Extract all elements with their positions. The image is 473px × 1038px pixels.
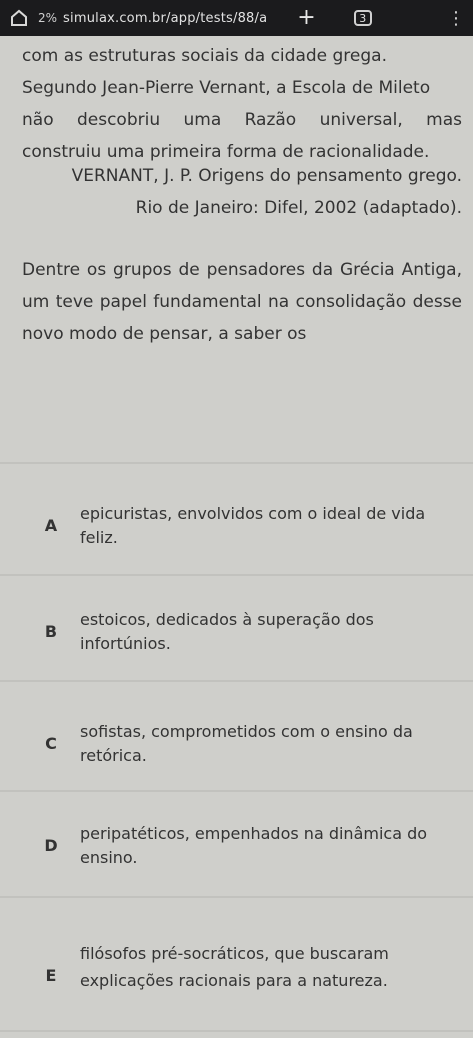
divider [0,462,473,464]
divider [0,680,473,682]
menu-icon[interactable]: ⋮ [447,8,465,29]
option-letter: C [45,734,57,753]
option-text: estoicos, dedicados à superação dos info… [80,610,374,653]
option-e[interactable]: E filósofos pré-socráticos, que buscaram… [22,940,473,994]
option-text: peripatéticos, empenhados na dinâmica do… [80,824,428,867]
address-bar[interactable]: simulax.com.br/app/tests/88/a [63,11,267,26]
citation: VERNANT, J. P. Origens do pensamento gre… [40,160,462,224]
citation-line: VERNANT, J. P. Origens do pensamento gre… [71,166,462,186]
zoom-indicator: 2% [38,11,58,25]
option-letter: B [44,622,58,641]
option-text: sofistas, comprometidos com o ensino da … [80,722,413,765]
passage-line: Segundo Jean-Pierre Vernant, a Escola de… [22,78,431,98]
option-b[interactable]: B estoicos, dedicados à superação dos in… [22,608,473,656]
option-c[interactable]: C sofistas, comprometidos com o ensino d… [22,720,473,768]
passage-line: com as estruturas sociais da cidade greg… [22,46,387,66]
new-tab-icon[interactable]: + [297,7,315,29]
question-prompt: Dentre os grupos de pensadores da Grécia… [22,260,462,344]
option-letter: A [44,516,58,535]
divider [0,574,473,576]
option-letter: D [44,836,58,855]
option-a[interactable]: A epicuristas, envolvidos com o ideal de… [22,502,473,550]
browser-toolbar: 2% simulax.com.br/app/tests/88/a + 3 ⋮ [0,0,473,36]
passage-line: não descobriu uma Razão universal, mas [22,110,462,130]
option-d[interactable]: D peripatéticos, empenhados na dinâmica … [22,822,473,870]
option-text: filósofos pré-socráticos, que buscaram e… [80,944,389,990]
divider [0,1030,473,1032]
divider [0,896,473,898]
option-text: epicuristas, envolvidos com o ideal de v… [80,504,426,547]
home-icon[interactable] [8,7,30,29]
passage-text: com as estruturas sociais da cidade greg… [22,40,462,168]
citation-line: Rio de Janeiro: Difel, 2002 (adaptado). [135,198,462,218]
divider [0,790,473,792]
tab-count-button[interactable]: 3 [353,10,372,26]
option-letter: E [45,966,57,985]
